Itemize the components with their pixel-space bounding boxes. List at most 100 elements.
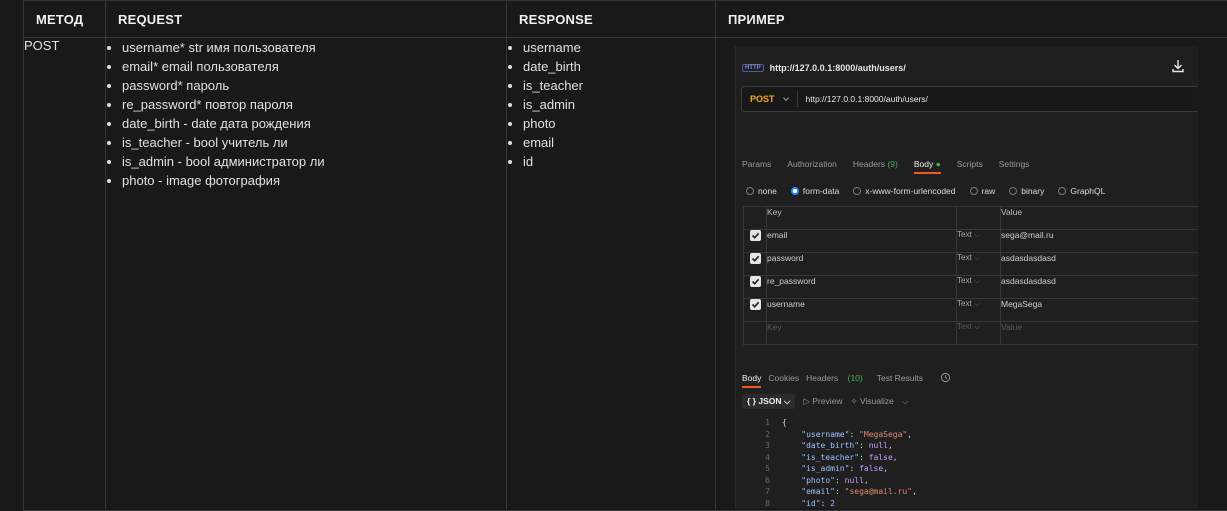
- kv-type-select[interactable]: Text ⌵: [956, 229, 1001, 253]
- code-line: 2 "username": "MegaSega",: [750, 429, 917, 441]
- code-line: 6 "photo": null,: [750, 475, 917, 487]
- tab-scripts[interactable]: Scripts: [957, 159, 983, 169]
- json-key: "email": [801, 487, 835, 496]
- chevron-down-icon: ⌵: [974, 278, 980, 285]
- tab-headers[interactable]: Headers (9): [853, 159, 898, 169]
- kv-value[interactable]: asdasdasdasd: [1000, 275, 1198, 299]
- tab-settings[interactable]: Settings: [999, 159, 1030, 169]
- code-line: 8 "id": 2: [750, 498, 917, 509]
- code-line: 1{: [750, 417, 917, 429]
- kv-type: Text: [957, 253, 972, 262]
- json-comma: ,: [907, 429, 913, 439]
- json-comma: ,: [912, 487, 917, 496]
- line-number: 4: [765, 452, 770, 462]
- request-tabs: Params Authorization Headers (9) Body ● …: [742, 159, 1045, 174]
- download-icon[interactable]: [1170, 58, 1186, 74]
- code-line: 3 "date_birth": null,: [750, 440, 917, 452]
- list-item: date_birth: [523, 57, 715, 76]
- chevron-down-icon: ⌵: [974, 324, 980, 331]
- row-checkbox-empty: [743, 321, 767, 345]
- json-value: false: [859, 464, 884, 473]
- tab-response-headers[interactable]: Headers (10): [806, 373, 870, 383]
- checkbox-checked-icon: [749, 253, 761, 265]
- chevron-down-icon: ⌵: [783, 396, 791, 406]
- list-item: re_password* повтор пароля: [122, 95, 506, 114]
- tab-params[interactable]: Params: [742, 159, 771, 169]
- postman-screenshot: HTTP http://127.0.0.1:8000/auth/users/ P…: [735, 46, 1198, 508]
- response-headers-count: (10): [847, 372, 863, 383]
- kv-type-select[interactable]: Text ⌵: [956, 252, 1001, 276]
- row-checkbox[interactable]: [743, 252, 767, 276]
- json-key: "is_teacher": [801, 452, 860, 462]
- row-checkbox[interactable]: [743, 298, 767, 322]
- kv-value[interactable]: asdasdasdasd: [1000, 252, 1198, 276]
- kv-header-check: [743, 206, 767, 230]
- radio-label: binary: [1021, 186, 1045, 196]
- json-value: null: [844, 475, 864, 485]
- radio-binary[interactable]: binary: [1009, 186, 1044, 196]
- tab-cookies[interactable]: Cookies: [768, 373, 799, 383]
- json-key: "username": [801, 429, 850, 439]
- preview-button[interactable]: ▷ Preview: [803, 396, 842, 407]
- radio-raw[interactable]: raw: [969, 186, 995, 196]
- kv-type: Text: [957, 322, 972, 331]
- radio-form-data[interactable]: form-data: [790, 186, 839, 196]
- kv-type: Text: [957, 299, 972, 308]
- history-icon[interactable]: [940, 372, 951, 383]
- list-item: email: [523, 133, 715, 152]
- row-checkbox[interactable]: [743, 229, 767, 253]
- kv-type-select[interactable]: Text ⌵: [956, 275, 1001, 299]
- tab-body[interactable]: Body ●: [913, 159, 941, 174]
- request-title: http://127.0.0.1:8000/auth/users/: [769, 63, 906, 73]
- kv-value[interactable]: sega@mail.ru: [1000, 229, 1198, 253]
- json-value: null: [868, 441, 888, 450]
- chevron-down-icon[interactable]: [782, 96, 789, 102]
- line-number: 5: [765, 464, 770, 473]
- json-format-select[interactable]: { } JSON ⌵: [742, 394, 796, 409]
- kv-key-placeholder[interactable]: Key: [766, 321, 957, 345]
- radio-none[interactable]: none: [746, 186, 777, 196]
- row-checkbox[interactable]: [743, 275, 767, 299]
- list-item: username* str имя пользователя: [122, 38, 506, 57]
- kv-key[interactable]: re_password: [766, 275, 957, 299]
- json-comma: ,: [887, 441, 893, 450]
- list-item: id: [523, 152, 715, 171]
- list-item: is_teacher: [523, 76, 715, 95]
- method-cell: POST: [23, 37, 106, 511]
- kv-type-select[interactable]: Text ⌵: [956, 321, 1001, 345]
- kv-value-placeholder[interactable]: Value: [1000, 321, 1198, 345]
- url-input[interactable]: http://127.0.0.1:8000/auth/users/: [806, 94, 928, 104]
- request-fields-list: username* str имя пользователя email* em…: [106, 38, 506, 190]
- method-select[interactable]: POST: [742, 94, 783, 104]
- header-example: ПРИМЕР: [715, 0, 1227, 38]
- json-comma: ,: [883, 464, 888, 473]
- kv-type-select[interactable]: Text ⌵: [956, 298, 1001, 322]
- sparkle-icon: ✧: [850, 396, 858, 406]
- radio-graphql[interactable]: GraphQL: [1058, 186, 1105, 196]
- list-item: photo: [523, 114, 715, 133]
- chevron-down-icon: ⌵: [974, 255, 980, 262]
- chevron-down-icon: ⌵: [974, 232, 980, 239]
- line-number: 2: [765, 429, 770, 439]
- chevron-down-icon[interactable]: ⌵: [902, 396, 908, 407]
- kv-key[interactable]: password: [766, 252, 957, 276]
- form-data-table: Key Value email Text ⌵ sega@mail.ru pass…: [743, 206, 1198, 345]
- json-comma: ,: [892, 452, 898, 462]
- kv-key[interactable]: username: [766, 298, 957, 322]
- visualize-button[interactable]: ✧ Visualize: [850, 396, 893, 407]
- radio-icon: [746, 187, 754, 195]
- kv-key[interactable]: email: [766, 229, 957, 253]
- checkbox-checked-icon: [749, 299, 761, 311]
- tab-authorization[interactable]: Authorization: [787, 159, 837, 169]
- code-line: 4 "is_teacher": false,: [750, 452, 917, 464]
- radio-urlencoded[interactable]: x-www-form-urlencoded: [853, 186, 956, 196]
- tab-response-body[interactable]: Body: [742, 373, 762, 388]
- radio-selected-icon: [790, 187, 799, 195]
- tab-response-headers-label: Headers: [806, 372, 839, 383]
- body-type-radios: none form-data x-www-form-urlencoded raw…: [746, 186, 1115, 196]
- table-row: email Text ⌵ sega@mail.ru: [743, 229, 1198, 253]
- response-json-code: 1{ 2 "username": "MegaSega", 3 "date_bir…: [750, 417, 917, 508]
- tab-test-results[interactable]: Test Results: [877, 373, 923, 383]
- kv-value[interactable]: MegaSega: [1000, 298, 1198, 322]
- kv-header-key: Key: [766, 206, 957, 230]
